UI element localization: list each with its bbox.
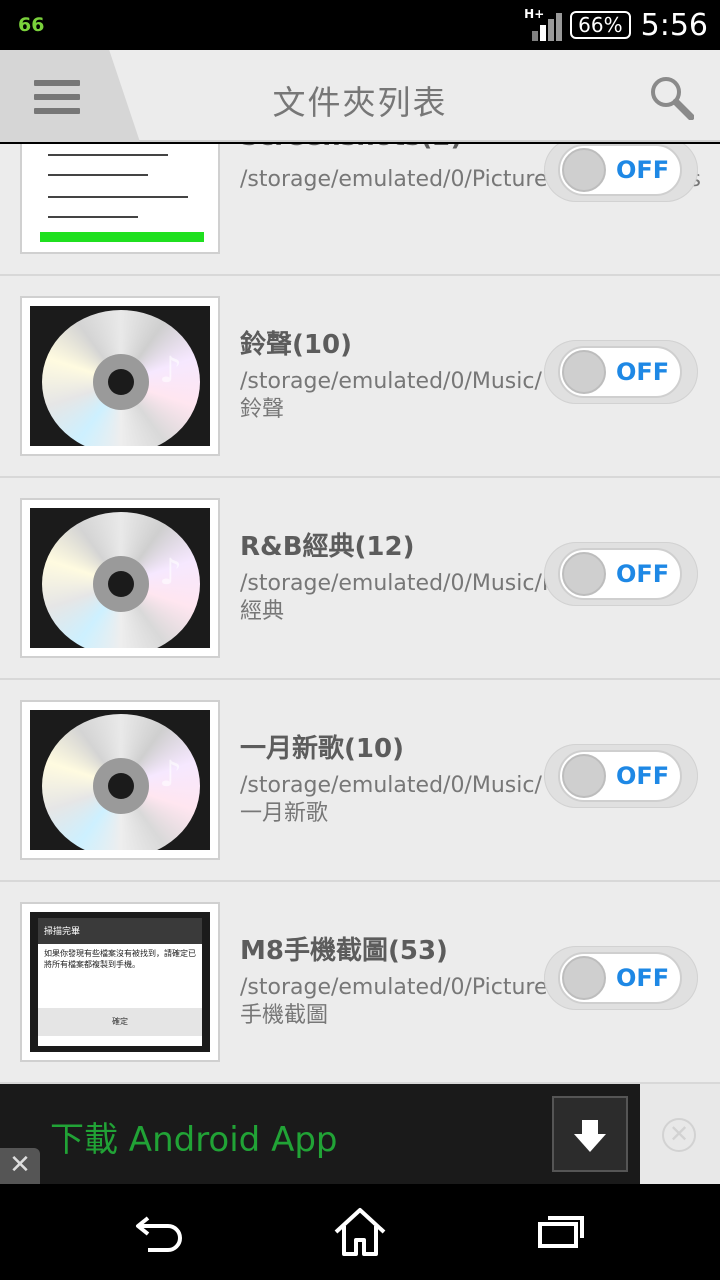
folder-path: /storage/emulated/0/Music/R&B經典 xyxy=(240,571,590,624)
toggle-knob xyxy=(562,552,606,596)
list-item[interactable]: Screenshots(2) /storage/emulated/0/Pictu… xyxy=(0,144,720,276)
home-button[interactable] xyxy=(330,1204,390,1260)
list-item[interactable]: 掃描完畢 如果你發現有些檔案沒有被找到，請確定已將所有檔案都複製到手機。 確定 … xyxy=(0,882,720,1084)
ad-text[interactable]: 下載 Android App xyxy=(50,1112,338,1161)
music-note-icon: ♪ xyxy=(159,552,182,593)
ad-banner[interactable]: 下載 Android App ✕ ✕ xyxy=(0,1084,720,1184)
folder-toggle[interactable]: OFF xyxy=(544,144,698,202)
dialog-preview: 掃描完畢 如果你發現有些檔案沒有被找到，請確定已將所有檔案都複製到手機。 確定 xyxy=(38,918,202,1046)
battery-icon: 66% xyxy=(570,11,631,39)
folder-toggle[interactable]: OFF xyxy=(544,340,698,404)
folder-thumbnail: ♪ xyxy=(20,296,220,456)
cd-icon: ♪ xyxy=(42,714,200,850)
search-button[interactable] xyxy=(648,74,695,121)
back-icon xyxy=(136,1216,182,1252)
search-icon xyxy=(651,77,695,121)
folder-path: /storage/emulated/0/Pictures/M8手機截圖 xyxy=(240,975,600,1028)
folder-path: /storage/emulated/0/Pictures/Screenshots xyxy=(240,167,701,192)
music-note-icon: ♪ xyxy=(159,350,182,391)
page-title: 文件夾列表 xyxy=(272,83,448,122)
toggle-state: OFF xyxy=(616,964,670,992)
folder-path: /storage/emulated/0/Music/一月新歌 xyxy=(240,773,542,826)
music-note-icon: ♪ xyxy=(159,754,182,795)
list-item[interactable]: ♪ 鈴聲(10) /storage/emulated/0/Music/鈴聲 OF… xyxy=(0,276,720,478)
cd-icon: ♪ xyxy=(42,512,200,648)
toggle-state: OFF xyxy=(616,762,670,790)
ad-dismiss-button[interactable]: ✕ xyxy=(0,1148,40,1184)
folder-path: /storage/emulated/0/Music/鈴聲 xyxy=(240,369,542,422)
toggle-knob xyxy=(562,148,606,192)
toggle-state: OFF xyxy=(616,156,670,184)
dialog-body: 如果你發現有些檔案沒有被找到，請確定已將所有檔案都複製到手機。 xyxy=(44,949,196,969)
toggle-knob xyxy=(562,350,606,394)
folder-list[interactable]: Screenshots(2) /storage/emulated/0/Pictu… xyxy=(0,144,720,1084)
home-icon xyxy=(334,1208,386,1256)
recent-apps-icon xyxy=(538,1216,584,1248)
list-item[interactable]: ♪ R&B經典(12) /storage/emulated/0/Music/R&… xyxy=(0,478,720,680)
dialog-title: 掃描完畢 xyxy=(38,918,202,944)
toggle-knob xyxy=(562,754,606,798)
toggle-state: OFF xyxy=(616,560,670,588)
clock: 5:56 xyxy=(640,7,708,43)
status-bar: 66 H+ 66% 5:56 xyxy=(0,0,720,50)
folder-thumbnail: ♪ xyxy=(20,700,220,860)
list-item[interactable]: ♪ 一月新歌(10) /storage/emulated/0/Music/一月新… xyxy=(0,680,720,882)
signal-icon: H+ xyxy=(524,7,563,41)
app-bar: 文件夾列表 xyxy=(0,50,720,142)
toggle-knob xyxy=(562,956,606,1000)
folder-thumbnail xyxy=(20,144,220,254)
toggle-state: OFF xyxy=(616,358,670,386)
folder-name: R&B經典(12) xyxy=(240,532,415,562)
folder-name: 鈴聲(10) xyxy=(240,330,352,360)
folder-toggle[interactable]: OFF xyxy=(544,542,698,606)
navigation-bar xyxy=(0,1184,720,1280)
battery-percent-indicator: 66 xyxy=(18,14,45,36)
folder-name: Screenshots(2) xyxy=(240,144,462,152)
folder-name: 一月新歌(10) xyxy=(240,734,404,764)
folder-thumbnail: ♪ xyxy=(20,498,220,658)
cd-icon: ♪ xyxy=(42,310,200,446)
close-icon[interactable]: ✕ xyxy=(662,1118,696,1152)
ad-close-area[interactable]: ✕ xyxy=(640,1084,720,1184)
folder-toggle[interactable]: OFF xyxy=(544,744,698,808)
dialog-ok-button: 確定 xyxy=(38,1008,202,1036)
folder-toggle[interactable]: OFF xyxy=(544,946,698,1010)
download-icon xyxy=(574,1120,606,1152)
status-icons: H+ 66% 5:56 xyxy=(524,4,708,46)
ad-download-button[interactable] xyxy=(552,1096,628,1172)
back-button[interactable] xyxy=(130,1204,190,1260)
folder-thumbnail: 掃描完畢 如果你發現有些檔案沒有被找到，請確定已將所有檔案都複製到手機。 確定 xyxy=(20,902,220,1062)
folder-name: M8手機截圖(53) xyxy=(240,936,448,966)
recent-apps-button[interactable] xyxy=(530,1204,590,1260)
network-type-label: H+ xyxy=(524,7,545,21)
